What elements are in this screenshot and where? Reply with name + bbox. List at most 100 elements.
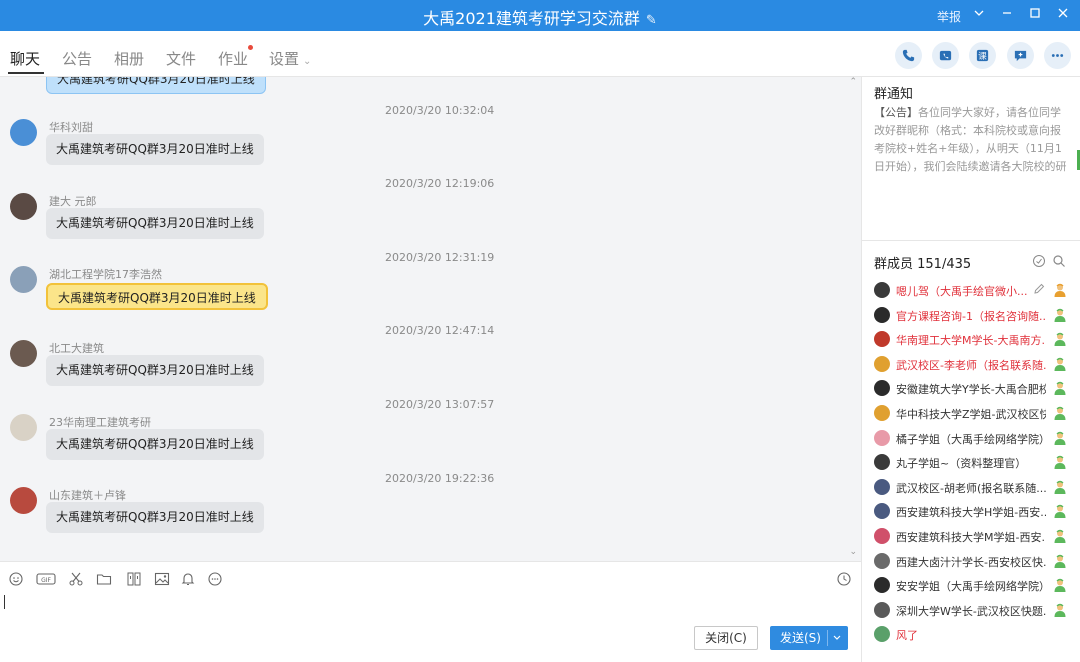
video-call-button[interactable] — [932, 42, 959, 69]
close-button[interactable]: 关闭(C) — [694, 626, 758, 650]
search-icon[interactable] — [1052, 254, 1066, 268]
member-row[interactable]: 西建大卤汁汁学长-西安校区快... — [874, 551, 1074, 571]
send-button[interactable]: 发送(S) — [770, 626, 848, 650]
notice-title[interactable]: 群通知 — [874, 83, 913, 102]
more-button[interactable] — [1044, 42, 1071, 69]
avatar[interactable] — [10, 340, 37, 367]
avatar[interactable] — [10, 193, 37, 220]
unread-dot — [248, 45, 254, 50]
message-bubble[interactable]: 大禹建筑考研QQ群3月20日准时上线 — [46, 355, 264, 386]
add-message-button[interactable] — [1007, 42, 1034, 69]
avatar[interactable] — [874, 626, 890, 643]
avatar[interactable] — [874, 380, 890, 397]
lesson-button[interactable]: 课 — [969, 42, 996, 69]
avatar[interactable] — [874, 478, 890, 495]
member-row[interactable]: 武汉校区-李老师（报名联系随... — [874, 354, 1074, 374]
scroll-up-icon[interactable]: ⌃ — [849, 77, 857, 87]
voice-call-button[interactable] — [895, 42, 922, 69]
avatar[interactable] — [874, 306, 890, 323]
member-name: 华中科技大学Z学姐-武汉校区快... — [896, 408, 1046, 421]
avatar[interactable] — [10, 487, 37, 514]
avatar[interactable] — [874, 577, 890, 594]
member-row[interactable]: 安安学姐（大禹手绘网络学院） — [874, 575, 1074, 595]
member-row[interactable]: 橘子学姐（大禹手绘网络学院） — [874, 428, 1074, 448]
send-options-chevron-icon[interactable] — [831, 626, 843, 660]
bell-icon[interactable] — [180, 571, 196, 587]
add-chat-icon — [1014, 50, 1027, 62]
sender-name[interactable]: 北工大建筑 — [49, 340, 104, 356]
video-icon — [939, 50, 952, 61]
minimize-icon[interactable] — [996, 4, 1018, 26]
scroll-down-icon[interactable]: ⌄ — [849, 547, 857, 557]
sender-name[interactable]: 华科刘甜 — [49, 119, 93, 135]
avatar[interactable] — [874, 355, 890, 372]
chevron-down-icon[interactable] — [968, 4, 990, 26]
admin-badge-icon — [1052, 430, 1068, 446]
avatar[interactable] — [10, 414, 37, 441]
emoji-icon[interactable] — [8, 571, 24, 587]
close-icon[interactable] — [1052, 4, 1074, 26]
member-row[interactable]: 官方课程咨询-1（报名咨询随... — [874, 305, 1074, 325]
gif-icon[interactable]: GIF — [36, 571, 56, 587]
message-bubble[interactable]: 大禹建筑考研QQ群3月20日准时上线 — [46, 502, 264, 533]
avatar[interactable] — [874, 429, 890, 446]
tab-settings[interactable]: 设置 ⌄ — [269, 48, 311, 69]
sender-name[interactable]: 湖北工程学院17李浩然 — [49, 266, 162, 282]
svg-text:课: 课 — [978, 51, 987, 61]
message-bubble[interactable]: 大禹建筑考研QQ群3月20日准时上线 — [46, 429, 264, 460]
image-icon[interactable] — [154, 571, 170, 587]
active-tab-indicator — [8, 72, 44, 74]
notice-body[interactable]: 【公告】各位同学大家好，请各位同学改好群昵称（格式：本科院校或意向报考院校+姓名… — [874, 104, 1070, 176]
tab-files[interactable]: 文件 — [166, 48, 196, 69]
phone-icon — [902, 49, 915, 62]
scissors-icon[interactable] — [68, 571, 84, 587]
avatar[interactable] — [10, 266, 37, 293]
member-name: 深圳大学W学长-武汉校区快题... — [896, 604, 1046, 618]
folder-icon[interactable] — [96, 571, 112, 587]
message-bubble[interactable]: 大禹建筑考研QQ群3月20日准时上线 — [46, 208, 264, 239]
maximize-icon[interactable] — [1024, 4, 1046, 26]
invite-member-icon[interactable] — [1032, 254, 1046, 268]
member-name: 西安建筑科技大学H学姐-西安... — [896, 506, 1046, 520]
chat-area[interactable]: ⌃ 大禹建筑考研QQ群3月20日准时上线 2020/3/20 10:32:04 … — [0, 77, 861, 561]
admin-badge-icon — [1052, 602, 1068, 618]
edit-icon[interactable] — [1032, 282, 1046, 296]
member-row[interactable]: 华中科技大学Z学姐-武汉校区快... — [874, 403, 1074, 423]
avatar[interactable] — [874, 331, 890, 348]
tab-chat[interactable]: 聊天 — [10, 48, 40, 69]
message-bubble[interactable]: 大禹建筑考研QQ群3月20日准时上线 — [46, 134, 264, 165]
message-timestamp: 2020/3/20 12:19:06 — [385, 177, 495, 190]
message-bubble[interactable]: 大禹建筑考研QQ群3月20日准时上线 — [46, 283, 268, 310]
member-row[interactable]: 安徽建筑大学Y学长-大禹合肥校... — [874, 378, 1074, 398]
avatar[interactable] — [874, 601, 890, 618]
red-packet-icon[interactable] — [126, 571, 142, 587]
avatar[interactable] — [874, 552, 890, 569]
report-button[interactable]: 举报 — [937, 8, 961, 25]
member-row[interactable]: 丸子学姐~（资料整理官） — [874, 452, 1074, 472]
member-row[interactable]: 华南理工大学M学长-大禹南方... — [874, 329, 1074, 349]
sender-name[interactable]: 建大 元郎 — [49, 193, 97, 209]
member-row[interactable]: 深圳大学W学长-武汉校区快题... — [874, 600, 1074, 620]
more-tools-icon[interactable] — [207, 571, 223, 587]
member-row[interactable]: 西安建筑科技大学M学姐-西安... — [874, 526, 1074, 546]
avatar[interactable] — [10, 119, 37, 146]
member-row[interactable]: 嗯儿驾（大禹手绘官微小... — [874, 280, 1074, 300]
message-timestamp: 2020/3/20 19:22:36 — [385, 472, 495, 485]
avatar[interactable] — [874, 528, 890, 544]
avatar[interactable] — [874, 405, 890, 421]
sender-name[interactable]: 山东建筑＋卢锋 — [49, 487, 126, 503]
history-clock-icon[interactable] — [836, 571, 852, 587]
message-timestamp: 2020/3/20 12:47:14 — [385, 324, 495, 337]
edit-title-icon[interactable]: ✎ — [646, 13, 657, 28]
sender-name[interactable]: 23华南理工建筑考研 — [49, 414, 151, 430]
partial-message-bubble[interactable]: 大禹建筑考研QQ群3月20日准时上线 — [46, 77, 266, 94]
member-row[interactable]: 风了 — [874, 624, 1074, 644]
tab-album[interactable]: 相册 — [114, 48, 144, 69]
tab-announcement[interactable]: 公告 — [62, 48, 92, 69]
avatar[interactable] — [874, 503, 890, 520]
avatar[interactable] — [874, 454, 890, 471]
avatar[interactable] — [874, 282, 890, 298]
member-row[interactable]: 西安建筑科技大学H学姐-西安... — [874, 501, 1074, 521]
member-row[interactable]: 武汉校区-胡老师(报名联系随... — [874, 477, 1074, 497]
tab-homework[interactable]: 作业 — [218, 45, 254, 69]
